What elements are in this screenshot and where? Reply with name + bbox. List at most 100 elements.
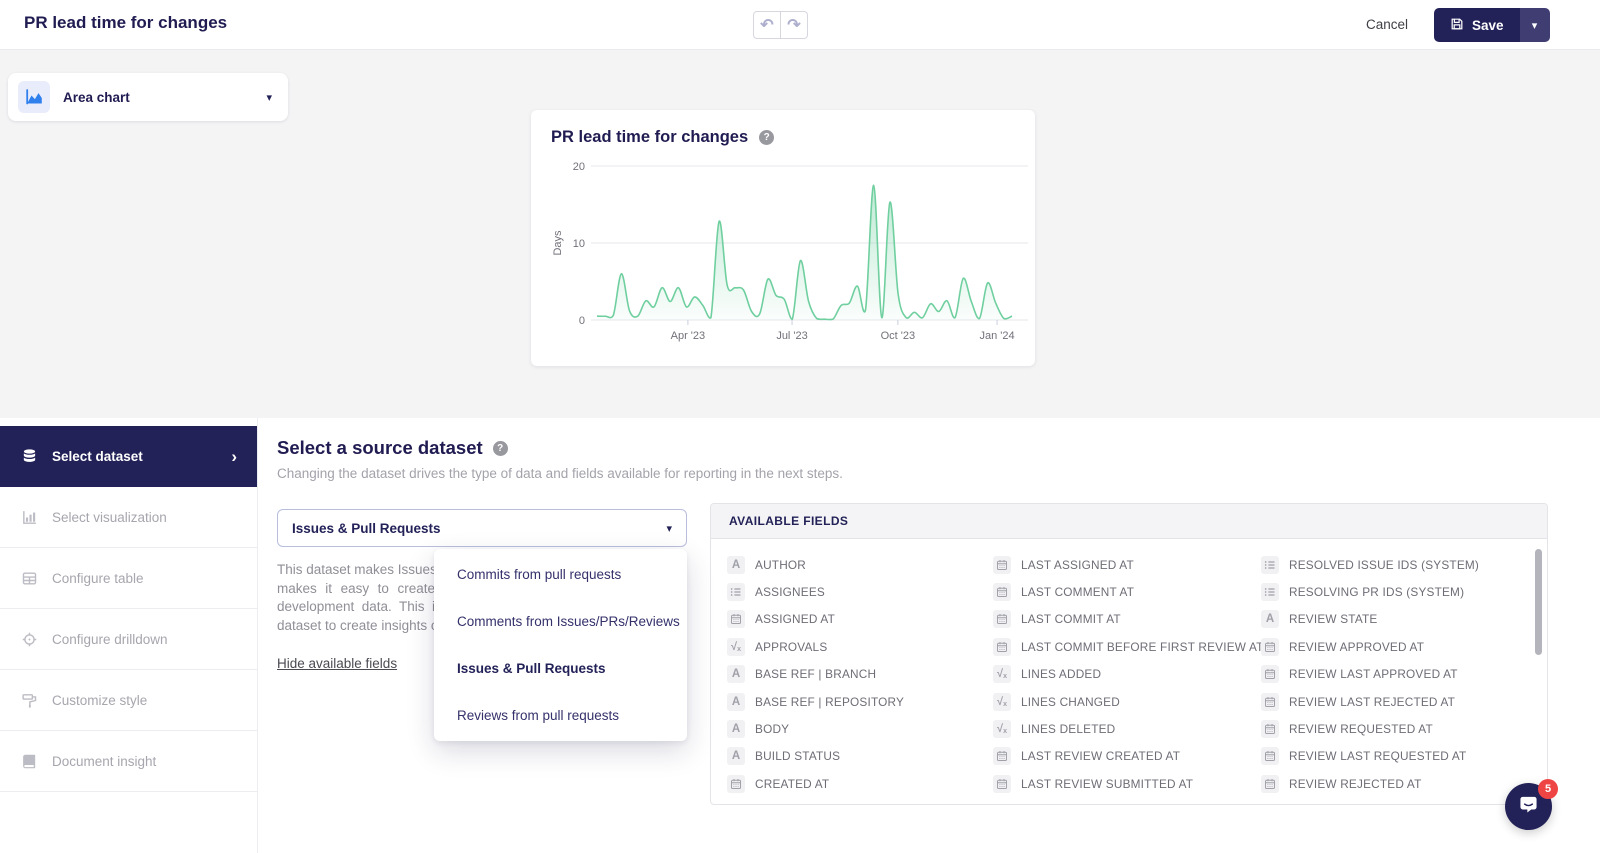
calendar-icon	[727, 775, 745, 793]
save-icon	[1450, 17, 1464, 34]
field-last-commit-before-first-review-at: LAST COMMIT BEFORE FIRST REVIEW AT	[993, 633, 1261, 660]
field-review-approved-at: REVIEW APPROVED AT	[1261, 633, 1537, 660]
field-label: ASSIGNEES	[755, 585, 825, 599]
calendar-icon	[993, 747, 1011, 765]
help-icon[interactable]	[493, 441, 508, 456]
menu-item-issues-pull-requests[interactable]: Issues & Pull Requests	[434, 645, 687, 692]
chat-unread-badge: 5	[1538, 779, 1558, 799]
field-review-state: AREVIEW STATE	[1261, 606, 1537, 633]
field-label: LAST COMMENT AT	[1021, 585, 1134, 599]
page-title: PR lead time for changes	[24, 13, 227, 33]
undo-button[interactable]	[753, 11, 781, 39]
dataset-description-line: dataset to create insights o	[277, 617, 435, 636]
chart-title-row: PR lead time for changes	[551, 128, 774, 147]
sidebar-item-label: Select dataset	[52, 449, 143, 464]
save-button-label: Save	[1472, 18, 1504, 33]
svg-text:Jan '24: Jan '24	[979, 330, 1014, 342]
sidebar-item-document-insight[interactable]: Document insight	[0, 731, 257, 792]
field-review-requested-at: REVIEW REQUESTED AT	[1261, 715, 1537, 742]
field-review-last-requested-at: REVIEW LAST REQUESTED AT	[1261, 743, 1537, 770]
dataset-dropdown-menu: Commits from pull requestsComments from …	[434, 549, 687, 741]
svg-text:20: 20	[573, 161, 585, 173]
dataset-select[interactable]: Issues & Pull Requests	[277, 509, 687, 547]
calendar-icon	[993, 638, 1011, 656]
svg-text:Days: Days	[552, 230, 564, 256]
formula-icon: √x	[993, 720, 1011, 738]
field-label: LAST ASSIGNED AT	[1021, 558, 1134, 572]
sidebar-item-select-visualization[interactable]: Select visualization	[0, 487, 257, 548]
area-chart-icon	[18, 81, 50, 113]
calendar-icon	[993, 583, 1011, 601]
field-last-review-submitted-at: LAST REVIEW SUBMITTED AT	[993, 770, 1261, 797]
field-build-status: ABUILD STATUS	[727, 743, 993, 770]
sidebar-item-label: Select visualization	[52, 510, 167, 525]
field-created-at: CREATED AT	[727, 770, 993, 797]
fields-scrollbar[interactable]	[1535, 549, 1542, 655]
step-subheading: Changing the dataset drives the type of …	[277, 466, 843, 481]
chevron-down-icon	[266, 88, 272, 106]
steps-sidebar: Select dataset Select visualization Config…	[0, 418, 258, 853]
sidebar-item-label: Customize style	[52, 693, 147, 708]
field-label: BASE REF | REPOSITORY	[755, 695, 904, 709]
help-icon[interactable]	[759, 130, 774, 145]
field-label: LINES ADDED	[1021, 667, 1101, 681]
save-button-group: Save	[1434, 8, 1550, 42]
save-button[interactable]: Save	[1434, 8, 1520, 42]
field-label: LAST REVIEW CREATED AT	[1021, 749, 1180, 763]
fields-column-1: AAUTHORASSIGNEESASSIGNED AT√xAPPROVALSAB…	[727, 551, 993, 798]
field-body: ABODY	[727, 715, 993, 742]
chart-title: PR lead time for changes	[551, 128, 748, 147]
redo-button[interactable]	[780, 11, 808, 39]
field-review-last-rejected-at: REVIEW LAST REJECTED AT	[1261, 688, 1537, 715]
database-icon	[20, 448, 38, 466]
chevron-right-icon	[231, 447, 237, 467]
bar-chart-icon	[20, 508, 38, 526]
chat-bubble-icon	[1517, 793, 1540, 821]
paint-roller-icon	[20, 691, 38, 709]
top-bar: PR lead time for changes Cancel Save	[0, 0, 1600, 50]
text-field-icon: A	[1261, 610, 1279, 628]
field-lines-changed: √xLINES CHANGED	[993, 688, 1261, 715]
field-label: APPROVALS	[755, 640, 827, 654]
sidebar-item-label: Configure table	[52, 571, 144, 586]
sidebar-item-select-dataset[interactable]: Select dataset	[0, 426, 257, 487]
dataset-description-line: makes it easy to create	[277, 580, 435, 599]
sidebar-item-customize-style[interactable]: Customize style	[0, 670, 257, 731]
menu-item-comments-from-issues-prs-reviews[interactable]: Comments from Issues/PRs/Reviews	[434, 598, 687, 645]
field-label: BASE REF | BRANCH	[755, 667, 876, 681]
field-label: REVIEW LAST APPROVED AT	[1289, 667, 1458, 681]
dataset-select-value: Issues & Pull Requests	[292, 521, 441, 536]
field-label: REVIEW APPROVED AT	[1289, 640, 1424, 654]
field-resolved-issue-ids-system: RESOLVED ISSUE IDS (SYSTEM)	[1261, 551, 1537, 578]
calendar-icon	[727, 610, 745, 628]
calendar-icon	[1261, 720, 1279, 738]
field-lines-added: √xLINES ADDED	[993, 661, 1261, 688]
field-review-last-approved-at: REVIEW LAST APPROVED AT	[1261, 661, 1537, 688]
field-assignees: ASSIGNEES	[727, 578, 993, 605]
chart-type-selector[interactable]: Area chart	[8, 73, 288, 121]
menu-item-commits-from-pull-requests[interactable]: Commits from pull requests	[434, 551, 687, 598]
sidebar-item-configure-drilldown[interactable]: Configure drilldown	[0, 609, 257, 670]
svg-text:0: 0	[579, 315, 585, 327]
cancel-button[interactable]: Cancel	[1366, 17, 1408, 32]
field-author: AAUTHOR	[727, 551, 993, 578]
menu-item-reviews-from-pull-requests[interactable]: Reviews from pull requests	[434, 692, 687, 739]
chart-preview-card: 01020DaysApr '23Jul '23Oct '23Jan '24 PR…	[531, 110, 1035, 366]
fields-column-2: LAST ASSIGNED AT LAST COMMENT AT LAST COMM…	[993, 551, 1261, 798]
area-chart: 01020DaysApr '23Jul '23Oct '23Jan '24	[531, 110, 1035, 366]
chevron-down-icon	[666, 519, 672, 537]
step-heading-row: Select a source dataset	[277, 437, 508, 459]
save-options-button[interactable]	[1520, 8, 1550, 42]
field-last-commit-at: LAST COMMIT AT	[993, 606, 1261, 633]
hide-available-fields-link[interactable]: Hide available fields	[277, 656, 397, 671]
svg-text:Apr '23: Apr '23	[671, 330, 706, 342]
field-label: LAST COMMIT AT	[1021, 612, 1121, 626]
dataset-description-line: development data. This i	[277, 598, 435, 617]
field-label: REVIEW LAST REJECTED AT	[1289, 695, 1455, 709]
field-assigned-at: ASSIGNED AT	[727, 606, 993, 633]
field-approvals: √xAPPROVALS	[727, 633, 993, 660]
field-base-ref-branch: ABASE REF | BRANCH	[727, 661, 993, 688]
sidebar-item-configure-table[interactable]: Configure table	[0, 548, 257, 609]
field-review-rejected-at: REVIEW REJECTED AT	[1261, 770, 1537, 797]
svg-text:Jul '23: Jul '23	[776, 330, 807, 342]
